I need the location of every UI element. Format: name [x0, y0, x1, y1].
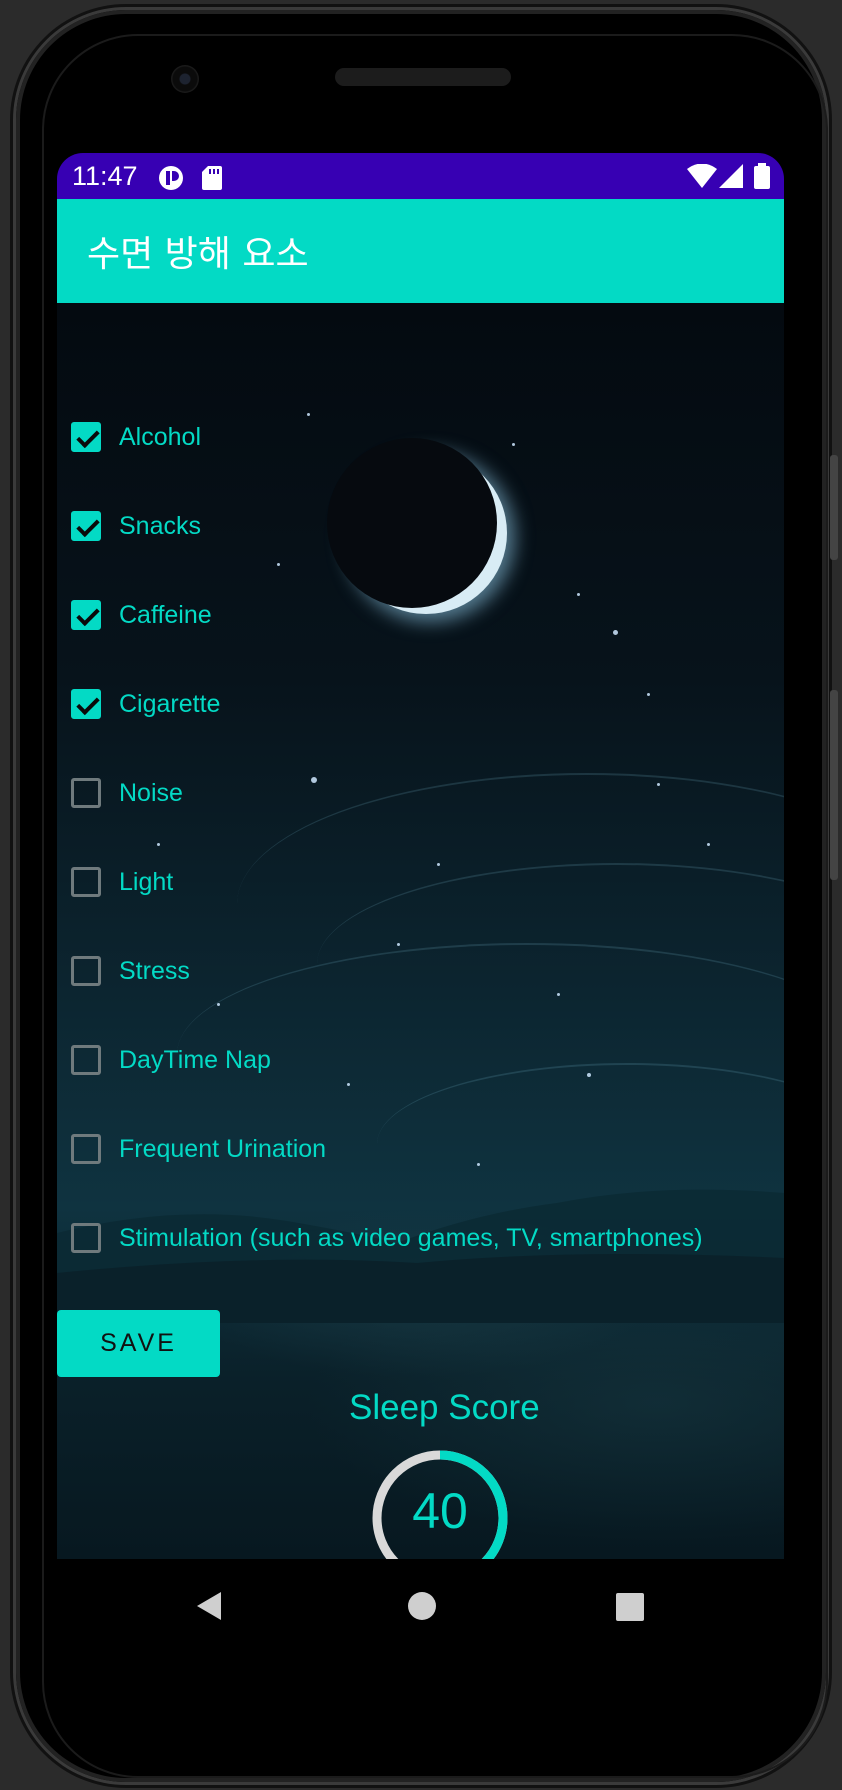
status-time: 11:47	[72, 161, 138, 191]
power-button	[830, 690, 838, 880]
checkbox[interactable]	[71, 422, 101, 452]
factor-caffeine[interactable]: Caffeine	[71, 595, 212, 635]
checkbox[interactable]	[71, 867, 101, 897]
app-bar: 수면 방해 요소	[57, 199, 784, 303]
factor-label: Cigarette	[119, 689, 221, 718]
front-camera	[171, 65, 199, 93]
cell-signal-icon	[719, 164, 743, 195]
checkbox[interactable]	[71, 956, 101, 986]
factor-light[interactable]: Light	[71, 862, 173, 902]
factor-label: Stress	[119, 956, 190, 985]
factor-label: Noise	[119, 778, 183, 807]
factor-snacks[interactable]: Snacks	[71, 506, 201, 546]
factor-alcohol[interactable]: Alcohol	[71, 417, 201, 457]
sd-card-icon	[202, 166, 222, 197]
save-button[interactable]: SAVE	[57, 1310, 220, 1377]
earpiece-speaker	[335, 68, 511, 86]
screen: 11:47 수면 방해 요소 Alcohol Snacks Caffeine C…	[57, 153, 784, 1559]
factor-label: Light	[119, 867, 174, 896]
sleep-score-title: Sleep Score	[349, 1388, 540, 1427]
factor-frequent-urination[interactable]: Frequent Urination	[71, 1129, 326, 1169]
factor-label: DayTime Nap	[119, 1045, 271, 1074]
battery-icon	[754, 163, 770, 196]
sleep-score-value: 40	[412, 1483, 468, 1539]
factor-label: Caffeine	[119, 600, 212, 629]
checkbox[interactable]	[71, 778, 101, 808]
checkbox[interactable]	[71, 600, 101, 630]
wifi-icon	[687, 163, 717, 195]
factor-stress[interactable]: Stress	[71, 951, 190, 991]
back-icon[interactable]	[195, 1591, 223, 1625]
page-title: 수면 방해 요소	[87, 234, 309, 275]
navigation-bar	[57, 1559, 784, 1671]
checkbox[interactable]	[71, 511, 101, 541]
factor-label: Frequent Urination	[119, 1134, 327, 1163]
factor-label: Stimulation (such as video games, TV, sm…	[119, 1223, 703, 1252]
factor-noise[interactable]: Noise	[71, 773, 183, 813]
factor-label: Snacks	[119, 511, 201, 540]
recents-icon[interactable]	[616, 1593, 644, 1625]
checkbox[interactable]	[71, 1223, 101, 1253]
home-icon[interactable]	[407, 1591, 437, 1625]
factor-stimulation[interactable]: Stimulation (such as video games, TV, sm…	[71, 1218, 703, 1258]
moon-image	[327, 438, 497, 608]
checkbox[interactable]	[71, 689, 101, 719]
factor-cigarette[interactable]: Cigarette	[71, 684, 220, 724]
checkbox[interactable]	[71, 1134, 101, 1164]
volume-button	[830, 455, 838, 560]
factor-daytime-nap[interactable]: DayTime Nap	[71, 1040, 271, 1080]
notification-app-icon	[158, 165, 184, 198]
checkbox[interactable]	[71, 1045, 101, 1075]
factor-label: Alcohol	[119, 422, 201, 451]
status-bar: 11:47	[57, 153, 784, 199]
